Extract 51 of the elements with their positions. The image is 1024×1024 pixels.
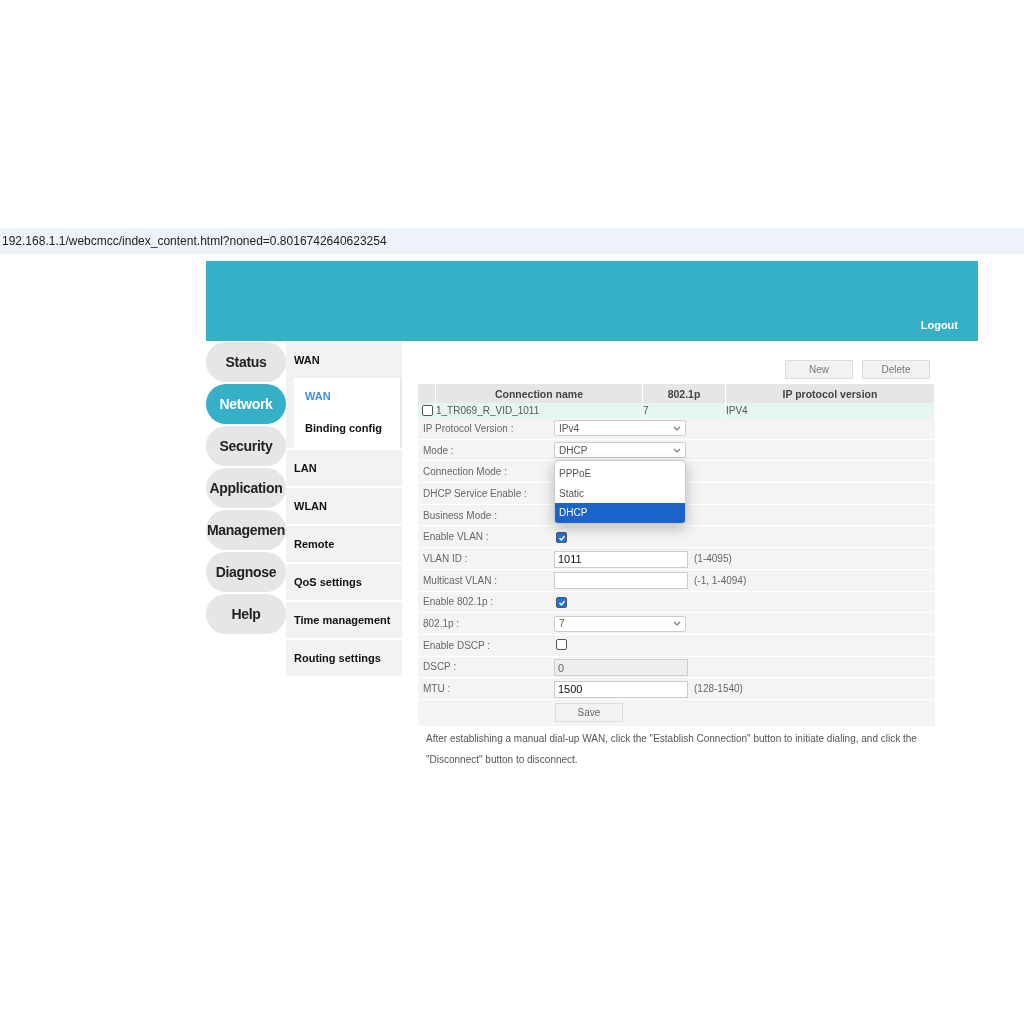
dropdown[interactable]: DHCP	[554, 442, 686, 459]
table-cell: 1_TR069_R_VID_1011	[436, 403, 643, 418]
chevron-down-icon	[673, 621, 681, 627]
field-label: Business Mode :	[422, 509, 498, 521]
field-label: IP Protocol Version :	[422, 422, 515, 434]
range-hint: (-1, 1-4094)	[694, 574, 747, 586]
sub-nav-link[interactable]: Binding config	[294, 412, 400, 444]
checkbox[interactable]	[556, 639, 567, 651]
chevron-down-icon	[673, 447, 681, 453]
toolbar-button[interactable]: Delete	[862, 360, 930, 379]
range-hint: (128-1540)	[694, 683, 743, 695]
column-header: 802.1p	[643, 384, 726, 403]
field-label: MTU :	[422, 683, 452, 695]
field-label: DSCP :	[422, 661, 458, 673]
field-label: DHCP Service Enable :	[422, 487, 528, 499]
text-field[interactable]: 1011	[554, 550, 688, 568]
save-button[interactable]: Save	[555, 703, 623, 723]
dropdown-option[interactable]: DHCP	[555, 503, 685, 523]
main-nav-tab[interactable]: Security	[206, 426, 286, 466]
checkbox[interactable]	[422, 405, 433, 416]
range-hint: (1-4095)	[694, 552, 732, 564]
table-cell: IPV4	[726, 403, 935, 418]
dropdown[interactable]: IPv4	[554, 420, 686, 437]
field-label: Enable VLAN :	[422, 531, 490, 543]
dropdown[interactable]: 7	[554, 615, 686, 632]
field-label: Enable 802.1p :	[422, 596, 495, 608]
address-bar[interactable]: 192.168.1.1/webcmcc/index_content.html?noned=0.8016742640623254	[0, 228, 1024, 254]
field-label: 802.1p :	[422, 618, 461, 630]
field-label: VLAN ID :	[422, 552, 469, 564]
dropdown-option[interactable]: Static	[555, 483, 685, 504]
toolbar-button[interactable]: New	[785, 360, 853, 379]
column-header: Connection name	[436, 384, 643, 403]
checkbox[interactable]	[556, 532, 567, 544]
column-header: IP protocol version	[726, 384, 935, 403]
text-field[interactable]	[554, 572, 688, 590]
field-label: Multicast VLAN :	[422, 574, 498, 586]
table-cell: 7	[643, 403, 726, 418]
main-nav-tab[interactable]: Status	[206, 342, 286, 382]
main-nav-tab[interactable]: Diagnose	[206, 552, 286, 592]
help-note: After establishing a manual dial-up WAN, click the "Establish Connection" button to initiate dialing, and click the "Disconnect" button to disconnect.	[426, 731, 918, 767]
main-nav-tab[interactable]: Managemen	[206, 510, 286, 550]
main-nav-tab[interactable]: Application	[206, 468, 286, 508]
chevron-down-icon	[673, 425, 681, 431]
checkbox[interactable]	[556, 597, 567, 609]
sub-nav-link[interactable]: WAN	[294, 380, 400, 412]
field-label: Mode :	[422, 444, 455, 456]
main-nav-tab[interactable]: Help	[206, 594, 286, 634]
text-field[interactable]: 1500	[554, 680, 688, 698]
field-label: Enable DSCP :	[422, 639, 492, 651]
field-label: Connection Mode :	[422, 466, 508, 478]
dropdown-option[interactable]: PPPoE	[555, 464, 685, 484]
